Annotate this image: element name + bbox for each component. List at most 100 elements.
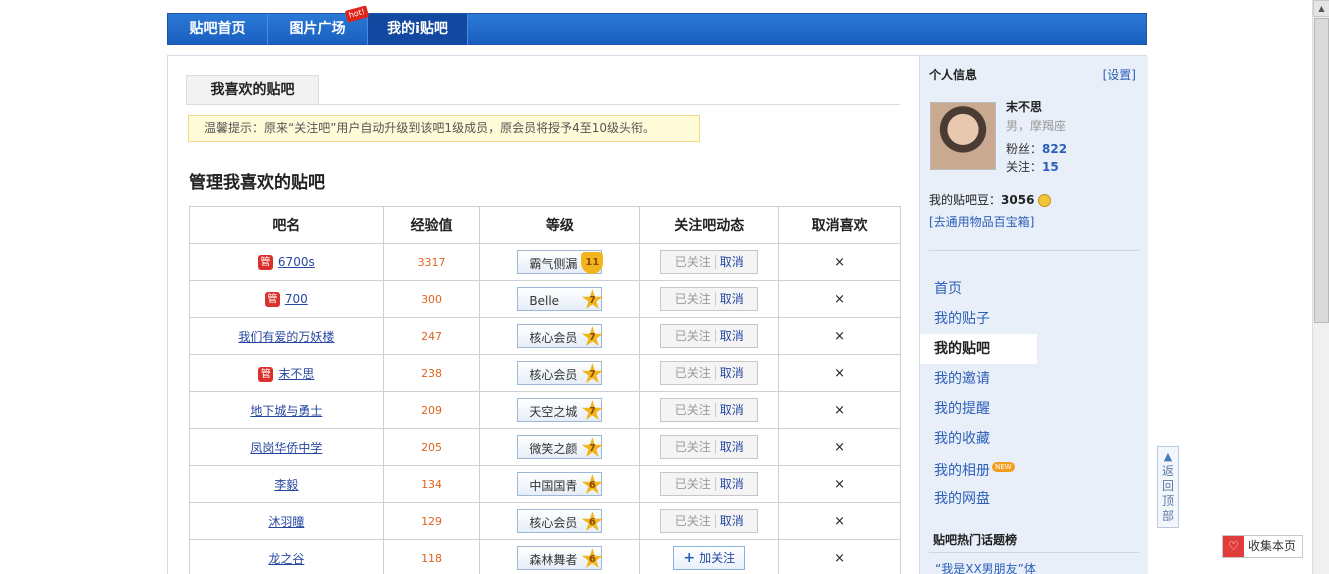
unlike-button[interactable]: × [834,551,845,566]
follow-count[interactable]: 15 [1042,160,1059,174]
unlike-button[interactable]: × [834,440,845,455]
exp-cell: 238 [382,354,481,392]
level-star-icon: 7 [581,326,603,347]
collect-label: 收集本页 [1248,539,1297,553]
follow-status: 已关注 取消 [660,250,759,274]
sidebar-item-my-bars[interactable]: 我的贴吧 [920,334,1037,364]
header-cancel: 取消喜欢 [778,206,901,244]
table-row: 龙之谷 118 森林舞者 6 + 加关注 × [189,539,901,574]
bar-link[interactable]: 凤岗华侨中学 [250,441,322,455]
hot-topic-link[interactable]: “我是XX男朋友”体 [935,560,1036,574]
level-badge[interactable]: Belle 7 [517,287,603,311]
level-badge[interactable]: 微笑之颜 7 [517,435,603,459]
sidebar-item-label: 我的相册 [934,463,990,479]
fans-stat[interactable]: 粉丝：822 [1006,140,1067,157]
unfollow-button[interactable]: 取消 [716,329,744,343]
unfollow-button[interactable]: 取消 [716,440,744,454]
follow-stat[interactable]: 关注：15 [1006,158,1059,175]
cancel-cell: × [778,428,901,466]
level-star-icon: 7 [581,437,603,458]
level-star-icon: 7 [581,400,603,421]
level-badge[interactable]: 天空之城 7 [517,398,603,422]
bar-link[interactable]: 李毅 [274,478,298,492]
user-name[interactable]: 末不思 [1006,98,1042,115]
cancel-cell: × [778,317,901,355]
bar-link[interactable]: 700 [285,292,308,306]
settings-link[interactable]: [设置] [1103,66,1136,83]
unfollow-button[interactable]: 取消 [716,366,744,380]
unlike-button[interactable]: × [834,366,845,381]
follow-cell: 已关注 取消 [639,391,780,429]
unlike-button[interactable]: × [834,477,845,492]
fans-count[interactable]: 822 [1042,142,1067,156]
table-row: 凤岗华侨中学 205 微笑之颜 7 已关注 取消 × [189,428,901,466]
bar-link[interactable]: 我们有爱的万妖楼 [238,330,334,344]
tab-my-favorite-bars[interactable]: 我喜欢的贴吧 [186,75,319,105]
followed-label: 已关注 [674,255,716,269]
exp-cell: 247 [382,317,481,355]
tab-tieba-home[interactable]: 贴吧首页 [168,14,268,45]
scroll-thumb[interactable] [1314,18,1329,323]
bar-name-cell: 地下城与勇士 [189,391,384,429]
table-row: 地下城与勇士 209 天空之城 7 已关注 取消 × [189,391,901,429]
header-level: 等级 [479,206,641,244]
unfollow-button[interactable]: 取消 [716,514,744,528]
scroll-up-arrow-icon[interactable]: ▲ [1313,0,1329,17]
sidebar-item-home[interactable]: 首页 [920,274,1037,304]
heart-icon: ♡ [1223,536,1244,557]
level-badge[interactable]: 核心会员 7 [517,361,603,385]
table-row: 管末不思 238 核心会员 7 已关注 取消 × [189,354,901,392]
unlike-button[interactable]: × [834,329,845,344]
sidebar-item-my-favorites[interactable]: 我的收藏 [920,424,1037,454]
follow-status: 已关注 取消 [660,361,759,385]
user-gender-sign: 男，摩羯座 [1006,119,1067,133]
exp-value: 238 [421,367,443,380]
avatar[interactable] [930,102,996,170]
back-to-top-button[interactable]: ▲ 返回顶部 [1157,446,1179,528]
bar-link[interactable]: 沐羽瞳 [268,515,304,529]
level-title: 核心会员 [529,331,578,345]
unlike-button[interactable]: × [834,403,845,418]
cancel-cell: × [778,354,901,392]
sidebar-item-my-album[interactable]: 我的相册 NEW [920,456,1037,486]
level-badge[interactable]: 森林舞者 6 [517,546,603,570]
sidebar-item-my-invites[interactable]: 我的邀请 [920,364,1037,394]
unfollow-button[interactable]: 取消 [716,255,744,269]
follow-status: 已关注 取消 [660,287,759,311]
scrollbar[interactable]: ▲ [1312,0,1329,574]
level-badge[interactable]: 中国国青 6 [517,472,603,496]
sidebar-item-my-posts[interactable]: 我的贴子 [920,304,1037,334]
treasure-box-link[interactable]: [去通用物品百宝箱] [929,213,1034,230]
cancel-cell: × [778,391,901,429]
bar-link[interactable]: 6700s [278,255,315,269]
level-cell: 核心会员 6 [479,502,641,540]
tab-my-itieba[interactable]: 我的i贴吧 [368,14,468,45]
cancel-cell: × [778,243,901,281]
cancel-cell: × [778,280,901,318]
level-star-icon: 6 [581,548,603,569]
level-badge[interactable]: 核心会员 7 [517,324,603,348]
level-badge[interactable]: 霸气侧漏 11 [517,250,604,274]
member-icon: 管 [258,366,274,382]
unlike-button[interactable]: × [834,292,845,307]
level-badge[interactable]: 核心会员 6 [517,509,603,533]
exp-cell: 300 [382,280,481,318]
unlike-button[interactable]: × [834,514,845,529]
follow-cell: 已关注 取消 [639,354,780,392]
unfollow-button[interactable]: 取消 [716,477,744,491]
unfollow-button[interactable]: 取消 [716,403,744,417]
header-exp: 经验值 [382,206,481,244]
exp-cell: 129 [382,502,481,540]
bar-link[interactable]: 地下城与勇士 [250,404,322,418]
bar-link[interactable]: 龙之谷 [268,552,304,566]
member-icon: 管 [257,254,273,270]
tip-banner: 温馨提示：原来“关注吧”用户自动升级到该吧1级成员，原会员将授予4至10级头衔。 [188,115,700,142]
add-follow-button[interactable]: + 加关注 [673,546,746,570]
bar-link[interactable]: 末不思 [278,367,314,381]
sidebar-item-my-reminders[interactable]: 我的提醒 [920,394,1037,424]
unfollow-button[interactable]: 取消 [716,292,744,306]
sidebar-item-my-disk[interactable]: 我的网盘 [920,484,1037,514]
collect-page-button[interactable]: ♡ 收集本页 [1222,535,1303,558]
unlike-button[interactable]: × [834,255,845,270]
exp-value: 209 [421,404,443,417]
